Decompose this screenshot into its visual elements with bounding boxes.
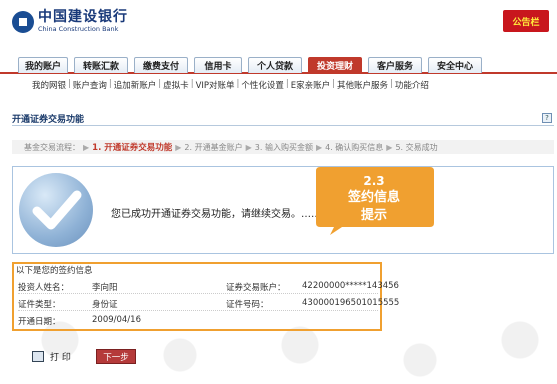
- step-2: 2. 开通基金账户: [184, 142, 243, 152]
- tab-payment[interactable]: 缴费支付: [134, 57, 188, 73]
- table-row: 开通日期： 2009/04/16: [18, 313, 378, 328]
- bank-logo: 中国建设银行 China Construction Bank: [12, 10, 128, 33]
- tab-personal-loan[interactable]: 个人贷款: [248, 57, 302, 73]
- subnav-add-account[interactable]: 追加新账户: [114, 79, 157, 93]
- tab-my-account[interactable]: 我的账户: [18, 57, 68, 73]
- callout-bubble: 2.3 签约信息 提示: [312, 163, 438, 235]
- subnav-family-account[interactable]: E家亲账户: [291, 79, 330, 93]
- success-panel: 您已成功开通证券交易功能，请继续交易。……: [12, 166, 554, 254]
- open-date-label: 开通日期：: [18, 317, 61, 327]
- id-number-value: 430000196501015555: [302, 298, 400, 308]
- header: 中国建设银行 China Construction Bank 公告栏: [0, 0, 557, 52]
- step-4: 4. 确认购买信息: [325, 142, 384, 152]
- help-icon[interactable]: ?: [542, 113, 552, 123]
- callout-subtitle: 提示: [360, 208, 387, 223]
- arrow-icon: ▶: [315, 142, 323, 152]
- tab-customer-service[interactable]: 客户服务: [368, 57, 422, 73]
- tab-investment[interactable]: 投资理财: [308, 57, 362, 73]
- id-type-value: 身份证: [92, 300, 118, 310]
- signing-info-heading: 以下是您的签约信息: [16, 266, 93, 276]
- id-type-label: 证件类型：: [18, 300, 61, 310]
- id-number-label: 证件号码：: [226, 300, 269, 310]
- printer-icon: [32, 351, 44, 362]
- arrow-icon: ▶: [83, 142, 90, 152]
- subnav-other-services[interactable]: 其他账户服务: [337, 79, 388, 93]
- step-1: 1. 开通证券交易功能: [92, 143, 173, 153]
- logo-chinese-name: 中国建设银行: [38, 9, 128, 25]
- main-nav: 我的账户 转账汇款 缴费支付 信用卡 个人贷款 投资理财 客户服务 安全中心: [0, 52, 557, 74]
- investor-name-value: 李向阳: [92, 283, 118, 293]
- tab-credit-card[interactable]: 信用卡: [194, 57, 242, 73]
- callout-step-number: 2.3: [363, 174, 385, 188]
- callout-title: 签约信息: [347, 190, 400, 205]
- next-button[interactable]: 下一步: [96, 349, 136, 364]
- notice-board-button[interactable]: 公告栏: [503, 10, 549, 32]
- page-title: 开通证券交易功能: [12, 115, 85, 125]
- print-label: 打 印: [50, 353, 71, 363]
- securities-account-value: 42200000*****143456: [302, 281, 399, 291]
- securities-account-label: 证券交易账户：: [226, 283, 286, 293]
- arrow-icon: ▶: [245, 142, 252, 152]
- tab-transfer[interactable]: 转账汇款: [74, 57, 128, 73]
- step-5: 5. 交易成功: [395, 142, 438, 152]
- section-header: 开通证券交易功能 ?: [12, 110, 554, 126]
- tab-security-center[interactable]: 安全中心: [428, 57, 482, 73]
- open-date-value: 2009/04/16: [92, 315, 141, 325]
- table-row: 证件类型： 身份证 证件号码： 430000196501015555: [18, 296, 399, 311]
- checkmark-icon: [19, 173, 93, 247]
- sub-nav: 我的网银 | 账户查询 | 追加新账户 | 虚拟卡 | VIP对账单 | 个性化设置 | E…: [32, 79, 429, 93]
- subnav-account-query[interactable]: 账户查询: [73, 79, 107, 93]
- investor-name-label: 投资人姓名：: [18, 283, 70, 293]
- arrow-icon: ▶: [175, 142, 182, 152]
- arrow-icon: ▶: [386, 142, 393, 152]
- step-3: 3. 输入购买金额: [254, 142, 313, 152]
- logo-english-name: China Construction Bank: [38, 25, 119, 33]
- print-button[interactable]: 打 印: [32, 350, 71, 363]
- page: 中国建设银行 China Construction Bank 公告栏 我的账户 …: [0, 0, 557, 384]
- success-message: 您已成功开通证券交易功能，请继续交易。……: [111, 209, 321, 220]
- ccb-logo-icon: [12, 10, 34, 33]
- subnav-virtual-card[interactable]: 虚拟卡: [163, 79, 189, 93]
- steps-prefix: 基金交易流程：: [24, 142, 80, 152]
- subnav-personal-settings[interactable]: 个性化设置: [241, 79, 284, 93]
- table-row: 投资人姓名： 李向阳 证券交易账户： 42200000*****143456: [18, 279, 399, 294]
- subnav-vip-statement[interactable]: VIP对账单: [196, 79, 235, 93]
- process-steps: 基金交易流程： ▶ 1. 开通证券交易功能 ▶ 2. 开通基金账户 ▶ 3. 输…: [12, 140, 554, 154]
- subnav-my-ebank[interactable]: 我的网银: [32, 79, 66, 93]
- subnav-feature-intro[interactable]: 功能介绍: [395, 79, 429, 93]
